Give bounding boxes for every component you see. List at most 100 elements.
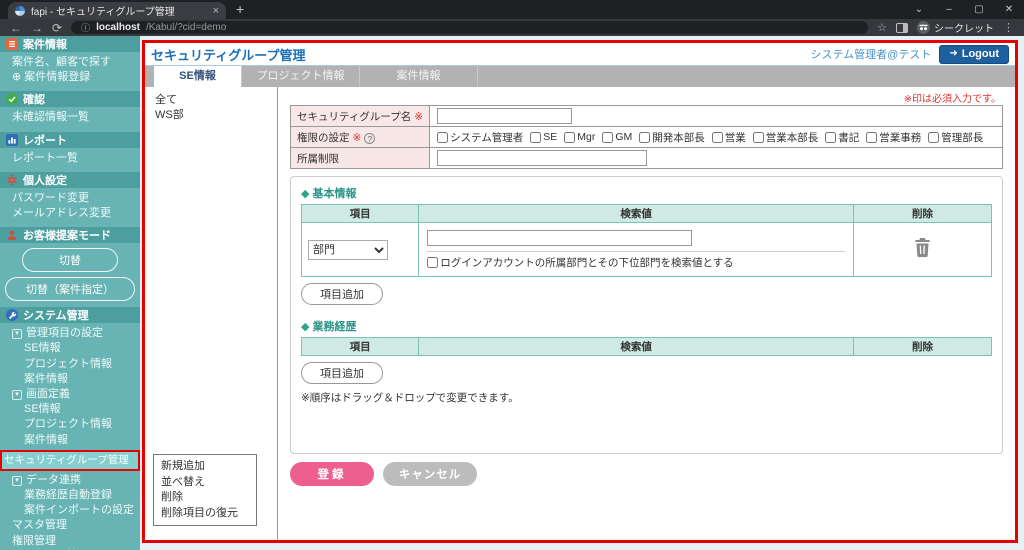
sidebar-item[interactable]: プロジェクト情報 [0, 417, 140, 432]
checkbox[interactable] [928, 132, 939, 143]
search-value-input[interactable] [427, 230, 692, 246]
bookmark-star-icon[interactable]: ☆ [877, 21, 887, 34]
collapse-toggle-icon[interactable]: ▾ [12, 476, 22, 486]
forward-icon[interactable]: → [31, 22, 43, 34]
sidebar-item[interactable]: ▾画面定義 [0, 387, 140, 402]
list-action-item[interactable]: 新規追加 [161, 459, 249, 475]
checkbox[interactable] [712, 132, 723, 143]
sidebar-item[interactable]: プロジェクト情報 [0, 357, 140, 372]
column-header: 検索値 [419, 205, 854, 223]
permission-checkbox[interactable]: 営業事務 [866, 130, 921, 145]
checkbox[interactable] [866, 132, 877, 143]
sidebar-item[interactable]: 案件情報 [0, 372, 140, 387]
divider [427, 251, 845, 252]
minimize-button[interactable]: – [934, 4, 964, 15]
login-department-checkbox[interactable]: ログインアカウントの所属部門とその下位部門を検索値とする [427, 255, 733, 270]
checkbox[interactable] [437, 132, 448, 143]
collapse-toggle-icon[interactable]: ▾ [12, 390, 22, 400]
sidebar-item[interactable]: ⊕案件情報登録 [0, 70, 140, 85]
close-button[interactable]: ✕ [994, 4, 1024, 15]
cancel-button[interactable]: キャンセル [383, 462, 477, 486]
table-row: セキュリティグループ名※ [291, 106, 1003, 127]
logout-button[interactable]: ➜ Logout [939, 45, 1009, 64]
sidebar-item[interactable]: SE情報 [0, 402, 140, 417]
browser-tabstrip: fapi - セキュリティグループ管理 × + ⌄ – ▢ ✕ [0, 0, 1024, 19]
sidebar-item[interactable]: ▾データ連携 [0, 473, 140, 488]
column-header: 削除 [853, 205, 991, 223]
user-label: システム管理者@テスト [811, 46, 932, 62]
group-settings-table: セキュリティグループ名※ 権限の設定※? システム管理者SEMgrGM開発本部長… [290, 105, 1003, 169]
sidebar-item[interactable]: 案件インポートの設定 [0, 503, 140, 518]
checkbox[interactable] [602, 132, 613, 143]
group-list-item[interactable]: WS部 [155, 108, 277, 123]
sidebar-item[interactable]: メールアドレス変更 [0, 206, 140, 221]
column-header: 削除 [853, 338, 991, 356]
tab-2[interactable]: 案件情報 [360, 66, 478, 87]
field-label: セキュリティグループ名※ [291, 106, 430, 127]
sidebar-item[interactable]: 案件情報 [0, 433, 140, 448]
add-item-button[interactable]: 項目追加 [301, 283, 383, 305]
item-select[interactable]: 部門 [308, 240, 388, 260]
group-list-item[interactable]: 全て [155, 93, 277, 108]
page-title: セキュリティグループ管理 [151, 45, 305, 64]
browser-menu-icon[interactable]: ⋮ [1003, 21, 1014, 34]
sidebar-switch-button[interactable]: 切替 [22, 248, 118, 272]
sidebar-item[interactable]: ▾管理項目の設定 [0, 326, 140, 341]
section-title-work-history: ◆業務経歴 [301, 318, 992, 334]
sidebar-item[interactable]: 未確認情報一覧 [0, 110, 140, 125]
sidebar-item[interactable]: レポート一覧 [0, 151, 140, 166]
list-action-item[interactable]: 削除項目の復元 [161, 506, 249, 522]
submit-button[interactable]: 登録 [290, 462, 374, 486]
group-list: 全てWS部 [145, 87, 277, 123]
main-header: セキュリティグループ管理 システム管理者@テスト ➜ Logout [145, 43, 1015, 66]
sidebar-item[interactable]: 業務経歴自動登録 [0, 488, 140, 503]
plus-circle-icon: ⊕ [12, 71, 21, 83]
checkbox[interactable] [427, 257, 438, 268]
permission-checkbox[interactable]: 管理部長 [928, 130, 983, 145]
list-action-item[interactable]: 削除 [161, 490, 249, 506]
permission-checkbox[interactable]: 営業 [712, 130, 746, 145]
permission-checkbox[interactable]: Mgr [564, 131, 595, 143]
sidebar-item[interactable]: パスワード変更 [0, 191, 140, 206]
permission-checkbox[interactable]: 開発本部長 [639, 130, 705, 145]
side-panel-icon[interactable] [896, 23, 908, 33]
sidebar-switch-button[interactable]: 切替（案件指定） [5, 277, 135, 301]
column-header: 検索値 [419, 338, 854, 356]
security-group-name-input[interactable] [437, 108, 572, 124]
reload-icon[interactable]: ⟳ [52, 22, 62, 34]
browser-tab[interactable]: fapi - セキュリティグループ管理 × [8, 2, 226, 19]
tab-search-icon[interactable]: ⌄ [904, 4, 934, 15]
affiliation-limit-input[interactable] [437, 150, 647, 166]
checkbox[interactable] [753, 132, 764, 143]
permission-checkbox[interactable]: 営業本部長 [753, 130, 819, 145]
sidebar-item[interactable]: 権限管理 [0, 534, 140, 549]
permission-checkbox[interactable]: GM [602, 131, 632, 143]
collapse-toggle-icon[interactable]: ▾ [12, 329, 22, 339]
checkbox[interactable] [639, 132, 650, 143]
required-mark: ※ [353, 132, 362, 144]
sidebar-item[interactable]: SE情報 [0, 341, 140, 356]
add-item-button[interactable]: 項目追加 [301, 362, 383, 384]
trash-icon[interactable] [913, 245, 932, 262]
help-icon[interactable]: ? [364, 133, 375, 144]
sidebar-item[interactable]: 案件名、顧客で探す [0, 55, 140, 70]
sidebar-item-current[interactable]: セキュリティグループ管理 [0, 450, 140, 471]
checkbox[interactable] [825, 132, 836, 143]
tab-0[interactable]: SE情報 [154, 66, 242, 87]
new-tab-button[interactable]: + [236, 1, 244, 17]
tab-close-icon[interactable]: × [213, 6, 219, 16]
back-icon[interactable]: ← [10, 22, 22, 34]
maximize-button[interactable]: ▢ [964, 4, 994, 15]
permission-checkbox[interactable]: SE [530, 131, 557, 143]
checkbox[interactable] [530, 132, 541, 143]
sidebar-item[interactable]: マスタ管理 [0, 518, 140, 533]
list-action-item[interactable]: 並べ替え [161, 475, 249, 491]
permission-checkbox[interactable]: システム管理者 [437, 130, 523, 145]
column-header: 項目 [302, 338, 419, 356]
permission-checkbox[interactable]: 書記 [825, 130, 859, 145]
window-controls: ⌄ – ▢ ✕ [904, 0, 1024, 19]
tab-1[interactable]: プロジェクト情報 [242, 66, 360, 87]
url-field[interactable]: ⓘ localhost /Kabul/?cid=demo [71, 21, 868, 34]
checkbox[interactable] [564, 132, 575, 143]
site-info-icon[interactable]: ⓘ [81, 21, 90, 34]
